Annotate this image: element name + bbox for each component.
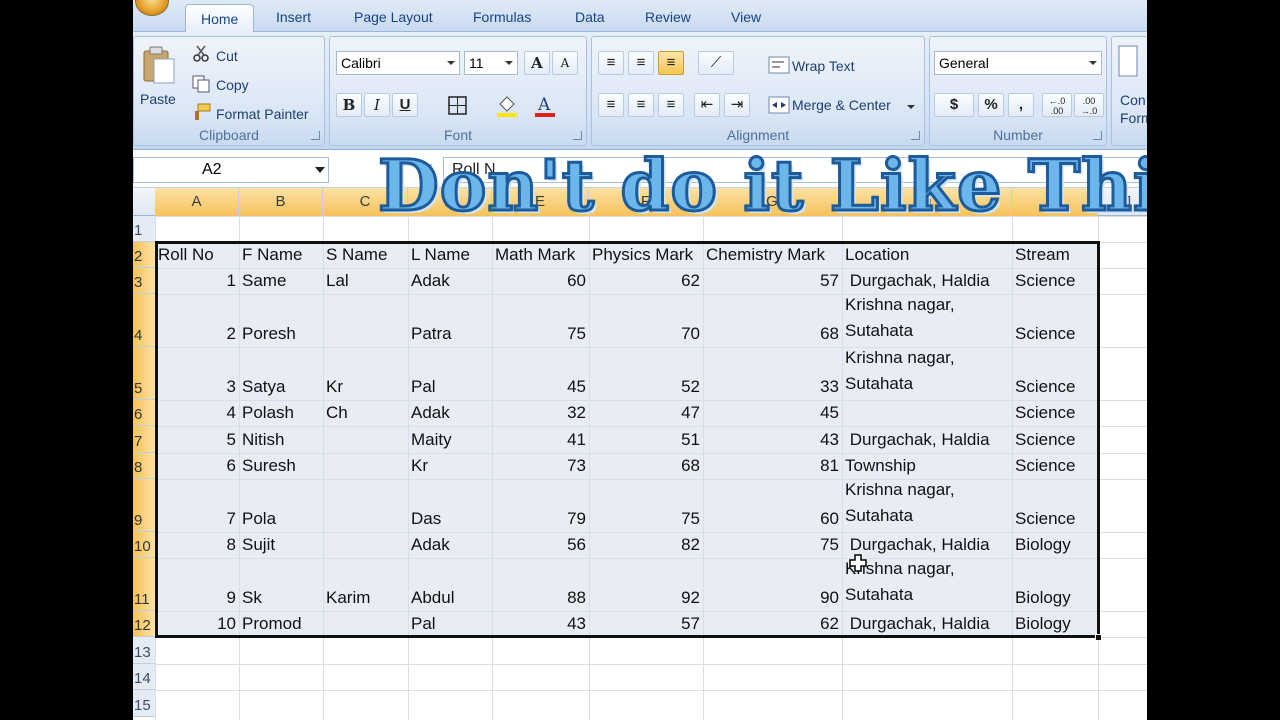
font-family-select[interactable]: Calibri [336, 51, 460, 75]
number-launcher-icon[interactable] [1093, 131, 1102, 140]
row-header-2[interactable]: 2 [133, 242, 155, 268]
row-header-3[interactable]: 3 [133, 268, 155, 294]
grow-font-icon[interactable]: A [524, 51, 550, 75]
row-header-10[interactable]: 10 [133, 532, 155, 558]
font-family-value: Calibri [341, 55, 381, 71]
format-painter-button[interactable]: Format Painter [216, 106, 309, 122]
row-header-11[interactable]: 11 [133, 558, 155, 611]
selection-border [155, 241, 1100, 638]
bold-button[interactable]: B [336, 93, 362, 117]
gridline [155, 690, 1147, 691]
font-size-select[interactable]: 11 [464, 51, 518, 75]
align-center-icon[interactable]: ≡ [628, 93, 654, 117]
merge-center-button[interactable]: Merge & Center [792, 97, 891, 113]
wrap-text-icon [768, 56, 790, 74]
ribbon: Paste Cut Copy Format Painter Clipboard [133, 32, 1147, 150]
column-header-b[interactable]: B [239, 188, 323, 216]
conditional-formatting-icon[interactable] [1118, 45, 1140, 81]
tab-home[interactable]: Home [185, 4, 255, 33]
row-header-4[interactable]: 4 [133, 294, 155, 347]
office-button-icon[interactable] [135, 0, 169, 16]
clipboard-launcher-icon[interactable] [311, 131, 320, 140]
tab-review[interactable]: Review [645, 9, 691, 25]
top-align-icon[interactable]: ≡ [598, 51, 624, 75]
tab-page-layout[interactable]: Page Layout [354, 9, 433, 25]
orientation-icon[interactable]: ⟋ [698, 51, 734, 75]
alignment-launcher-icon[interactable] [911, 131, 920, 140]
name-box[interactable]: A2 [133, 157, 329, 183]
align-right-icon[interactable]: ≡ [658, 93, 684, 117]
fill-color-icon[interactable] [496, 94, 518, 118]
row-header-6[interactable]: 6 [133, 400, 155, 426]
chevron-down-icon[interactable] [315, 167, 325, 173]
svg-text:A: A [537, 95, 551, 115]
font-group-label: Font [443, 127, 472, 143]
copy-button[interactable]: Copy [216, 77, 249, 93]
chevron-down-icon [1089, 61, 1097, 65]
copy-icon [192, 75, 210, 93]
number-format-value: General [939, 55, 989, 71]
tab-view[interactable]: View [731, 9, 761, 25]
italic-button[interactable]: I [364, 93, 390, 117]
row-headers: 1 2 3 4 5 6 7 8 9 10 11 12 13 14 15 [133, 216, 155, 720]
clipboard-group-label: Clipboard [199, 127, 259, 143]
wrap-text-button[interactable]: Wrap Text [792, 58, 855, 74]
bottom-align-icon[interactable]: ≡ [658, 51, 684, 75]
font-launcher-icon[interactable] [573, 131, 582, 140]
row-header-12[interactable]: 12 [133, 611, 155, 637]
row-header-5[interactable]: 5 [133, 347, 155, 400]
ribbon-tabs: Home Insert Page Layout Formulas Data Re… [133, 0, 1147, 33]
percent-button[interactable]: % [978, 93, 1004, 117]
cut-button[interactable]: Cut [216, 48, 238, 64]
decrease-decimal-button[interactable]: .00 →.0 [1074, 93, 1104, 117]
row-header-8[interactable]: 8 [133, 453, 155, 479]
comma-button[interactable]: , [1008, 93, 1034, 117]
paste-button[interactable]: Paste [140, 91, 176, 107]
alignment-group: ≡ ≡ ≡ ⟋ ≡ ≡ ≡ ⇤ ⇥ Wrap Text Merge & Cent… [591, 36, 925, 146]
font-color-icon[interactable]: A [534, 94, 556, 118]
chevron-down-icon [505, 61, 513, 65]
number-format-select[interactable]: General [934, 51, 1102, 75]
align-left-icon[interactable]: ≡ [598, 93, 624, 117]
cut-icon [193, 45, 209, 62]
chevron-down-icon[interactable] [907, 105, 915, 109]
shrink-font-icon[interactable]: A [552, 51, 578, 75]
column-header-a[interactable]: A [155, 188, 239, 216]
increase-indent-icon[interactable]: ⇥ [724, 93, 750, 117]
row-header-7[interactable]: 7 [133, 426, 155, 453]
clipboard-group: Paste Cut Copy Format Painter Clipboard [133, 36, 325, 146]
middle-align-icon[interactable]: ≡ [628, 51, 654, 75]
borders-icon[interactable] [448, 96, 468, 116]
font-group: Calibri 11 A A B I U A Font [329, 36, 587, 146]
font-size-value: 11 [469, 55, 484, 71]
worksheet-grid[interactable]: Roll No F Name S Name L Name Math Mark Physic… [155, 216, 1147, 720]
tab-insert[interactable]: Insert [276, 9, 311, 25]
excel-window: Home Insert Page Layout Formulas Data Re… [133, 0, 1147, 720]
alignment-group-label: Alignment [726, 127, 790, 143]
underline-button[interactable]: U [392, 93, 418, 117]
row-header-15[interactable]: 15 [133, 690, 155, 717]
format-painter-icon [195, 103, 211, 120]
row-header-9[interactable]: 9 [133, 479, 155, 532]
tab-data[interactable]: Data [575, 9, 605, 25]
overlay-title: Don't do it Like This [377, 143, 1148, 229]
paste-icon[interactable] [142, 45, 176, 85]
styles-group: Con Form [1111, 36, 1147, 146]
decrease-indent-icon[interactable]: ⇤ [694, 93, 720, 117]
row-header-1[interactable]: 1 [133, 216, 155, 242]
fill-handle[interactable] [1095, 634, 1102, 641]
conditional-formatting-button[interactable]: Con Form [1120, 91, 1147, 127]
number-group-label: Number [993, 127, 1043, 143]
number-group: General $ % , ←.0 .00 .00 →.0 Number [929, 36, 1107, 146]
cell-cursor-icon [849, 554, 867, 572]
increase-decimal-button[interactable]: ←.0 .00 [1042, 93, 1072, 117]
currency-button[interactable]: $ [934, 93, 974, 117]
tab-formulas[interactable]: Formulas [473, 9, 531, 25]
chevron-down-icon [447, 61, 455, 65]
gridline [155, 664, 1147, 665]
row-header-13[interactable]: 13 [133, 637, 155, 664]
row-header-14[interactable]: 14 [133, 664, 155, 690]
merge-center-icon [768, 96, 790, 114]
